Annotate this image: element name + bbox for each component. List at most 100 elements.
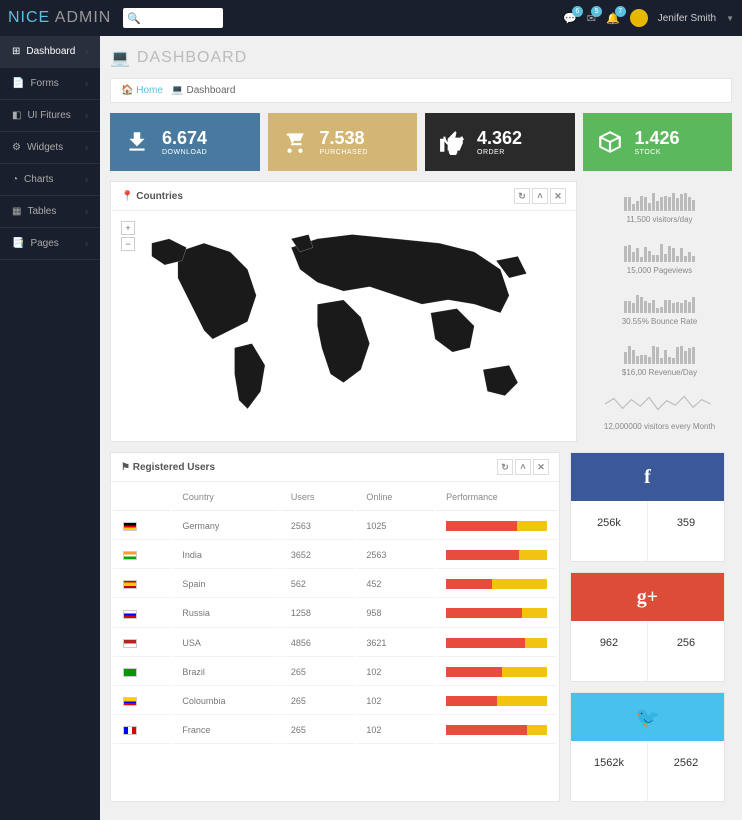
stat-icon	[595, 127, 625, 157]
social-column: f 256k 359 g+ 962 256 🐦 1562k 2562	[570, 452, 725, 802]
breadcrumb: 🏠 Home 💻 Dashboard	[110, 78, 732, 103]
stat-card-stock[interactable]: 1.426STOCK	[583, 113, 733, 171]
sidebar-item-ui-fitures[interactable]: ◧UI Fitures›	[0, 100, 100, 132]
brand-part1: NICE	[8, 9, 50, 26]
sparkline-icon	[605, 393, 715, 415]
sidebar-item-tables[interactable]: ▦Tables›	[0, 196, 100, 228]
zoom-out-button[interactable]: −	[121, 237, 135, 251]
mini-stat-1: 15,000 Pageviews	[587, 232, 732, 283]
stat-card-download[interactable]: 6.674DOWNLOAD	[110, 113, 260, 171]
stat-icon	[122, 127, 152, 157]
topbar-right: 💬6 ✉5 🔔7 Jenifer Smith ▼	[563, 9, 734, 27]
table-header: Users	[281, 484, 355, 511]
stats-row: 6.674DOWNLOAD7.538PURCHASED4.362ORDER1.4…	[110, 113, 732, 171]
close-icon[interactable]: ✕	[550, 188, 566, 204]
twitter-icon: 🐦	[571, 693, 724, 741]
mini-stat-2: 30.55% Bounce Rate	[587, 283, 732, 334]
performance-bar	[446, 725, 547, 735]
performance-bar	[446, 550, 547, 560]
chevron-right-icon: ›	[85, 79, 88, 88]
performance-bar	[446, 696, 547, 706]
chevron-right-icon: ›	[85, 239, 88, 248]
performance-bar	[446, 608, 547, 618]
flag-icon-co	[123, 697, 137, 706]
breadcrumb-home[interactable]: Home	[136, 85, 163, 96]
page-title: 💻 DASHBOARD	[110, 48, 732, 68]
table-header: Online	[356, 484, 434, 511]
collapse-icon[interactable]: ˄	[515, 459, 531, 475]
social-card-facebook[interactable]: f 256k 359	[570, 452, 725, 562]
close-icon[interactable]: ✕	[533, 459, 549, 475]
sidebar-item-widgets[interactable]: ⚙Widgets›	[0, 132, 100, 164]
chevron-right-icon: ›	[85, 111, 88, 120]
users-panel-title: Registered Users	[133, 462, 215, 473]
user-name[interactable]: Jenifer Smith	[658, 13, 716, 24]
social-card-google-plus[interactable]: g+ 962 256	[570, 572, 725, 682]
sidebar-item-charts[interactable]: ◔Charts›	[0, 164, 100, 196]
mini-stat-0: 11,500 visitors/day	[587, 181, 732, 232]
map-panel: 📍 Countries ↻ ˄ ✕ + −	[110, 181, 577, 442]
stat-card-order[interactable]: 4.362ORDER	[425, 113, 575, 171]
chevron-right-icon: ›	[85, 47, 88, 56]
refresh-icon[interactable]: ↻	[497, 459, 513, 475]
side-icon: ▦	[12, 206, 21, 217]
performance-bar	[446, 521, 547, 531]
table-row[interactable]: France 265 102	[113, 717, 557, 744]
flag-icon-br	[123, 668, 137, 677]
search-icon: 🔍	[127, 12, 141, 25]
performance-bar	[446, 638, 547, 648]
table-row[interactable]: Spain 562 452	[113, 571, 557, 598]
sidebar: ⊞Dashboard›📄Forms›◧UI Fitures›⚙Widgets›◔…	[0, 36, 100, 820]
table-row[interactable]: Russia 1258 958	[113, 600, 557, 627]
chevron-right-icon: ›	[85, 175, 88, 184]
main-content: 💻 DASHBOARD 🏠 Home 💻 Dashboard 6.674DOWN…	[100, 36, 742, 820]
table-row[interactable]: USA 4856 3621	[113, 630, 557, 657]
google-plus-icon: g+	[571, 573, 724, 621]
sidebar-item-dashboard[interactable]: ⊞Dashboard›	[0, 36, 100, 68]
social-card-twitter[interactable]: 🐦 1562k 2562	[570, 692, 725, 802]
side-icon: 📄	[12, 78, 24, 89]
breadcrumb-current: Dashboard	[187, 85, 236, 96]
world-map[interactable]: + −	[111, 211, 576, 441]
flag-icon-ru	[123, 610, 137, 619]
mini-stat-3: $16,00 Revenue/Day	[587, 334, 732, 385]
spark-bars-icon	[591, 240, 728, 262]
performance-bar	[446, 579, 547, 589]
table-row[interactable]: India 3652 2563	[113, 542, 557, 569]
search-input[interactable]	[141, 13, 221, 24]
brand-part2: ADMIN	[55, 9, 112, 26]
topbar: NICE ADMIN 🔍 💬6 ✉5 🔔7 Jenifer Smith ▼	[0, 0, 742, 36]
sidebar-item-forms[interactable]: 📄Forms›	[0, 68, 100, 100]
map-svg	[117, 217, 570, 435]
stat-icon	[437, 127, 467, 157]
table-row[interactable]: Coloumbia 265 102	[113, 688, 557, 715]
user-caret-icon: ▼	[726, 14, 734, 23]
spark-bars-icon	[591, 291, 728, 313]
table-row[interactable]: Brazil 265 102	[113, 659, 557, 686]
chevron-right-icon: ›	[85, 143, 88, 152]
side-stats: 11,500 visitors/day15,000 Pageviews30.55…	[587, 181, 732, 442]
users-panel: ⚑ Registered Users ↻ ˄ ✕ CountryUsersOnl…	[110, 452, 560, 802]
bell-icon[interactable]: 🔔7	[606, 12, 620, 25]
flag-icon: ⚑	[121, 462, 130, 473]
avatar[interactable]	[630, 9, 648, 27]
table-row[interactable]: Germany 2563 1025	[113, 513, 557, 540]
refresh-icon[interactable]: ↻	[514, 188, 530, 204]
home-icon: 🏠	[121, 85, 133, 96]
spark-bars-icon	[591, 189, 728, 211]
flag-icon-fr	[123, 726, 137, 735]
stat-card-purchased[interactable]: 7.538PURCHASED	[268, 113, 418, 171]
sidebar-item-pages[interactable]: 📑Pages›	[0, 228, 100, 260]
collapse-icon[interactable]: ˄	[532, 188, 548, 204]
pin-icon: 📍	[121, 191, 133, 202]
mail-icon[interactable]: ✉5	[587, 12, 596, 25]
search-box[interactable]: 🔍	[123, 8, 223, 28]
table-header: Performance	[436, 484, 557, 511]
side-icon: 📑	[12, 238, 24, 249]
zoom-in-button[interactable]: +	[121, 221, 135, 235]
spark-bars-icon	[591, 342, 728, 364]
facebook-icon: f	[571, 453, 724, 501]
flag-icon-es	[123, 580, 137, 589]
chat-icon[interactable]: 💬6	[563, 12, 577, 25]
mini-stat-4: 12,000000 visitors every Month	[587, 385, 732, 439]
